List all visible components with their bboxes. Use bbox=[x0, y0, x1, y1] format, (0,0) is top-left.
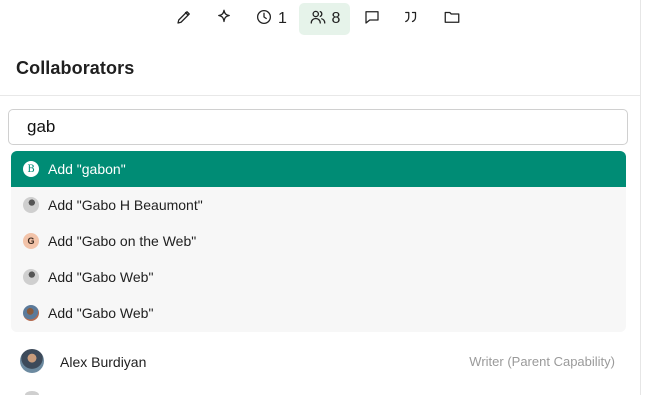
history-tool-button[interactable]: 1 bbox=[253, 3, 289, 35]
header-divider bbox=[0, 95, 640, 96]
collaborator-search-input[interactable] bbox=[8, 109, 628, 145]
photo-avatar bbox=[23, 305, 39, 321]
panel-edge-divider bbox=[640, 0, 641, 395]
sparkle-icon bbox=[215, 8, 233, 31]
clock-icon bbox=[255, 8, 273, 31]
pencil-icon bbox=[175, 8, 193, 31]
collaborators-panel: 1 8 Collaborators B bbox=[0, 0, 650, 395]
history-count: 1 bbox=[278, 10, 287, 27]
quote-icon bbox=[402, 8, 420, 31]
suggestion-item[interactable]: G Add "Gabo on the Web" bbox=[11, 223, 626, 259]
suggestion-label: Add "Gabo on the Web" bbox=[48, 233, 197, 249]
letter-avatar: G bbox=[23, 233, 39, 249]
collaborator-role[interactable]: Writer (Parent Capability) bbox=[469, 354, 615, 369]
edit-tool-button[interactable] bbox=[172, 3, 196, 35]
suggestion-item[interactable]: Add "Gabo Web" bbox=[11, 295, 626, 331]
collaborator-name: Alex Burdiyan bbox=[60, 354, 147, 370]
collaborators-tool-button[interactable]: 8 bbox=[299, 3, 350, 35]
comments-tool-button[interactable] bbox=[360, 3, 384, 35]
suggestion-item[interactable]: B Add "gabon" bbox=[11, 151, 626, 187]
users-icon bbox=[309, 8, 327, 31]
suggestion-item[interactable]: Add "Gabo H Beaumont" bbox=[11, 187, 626, 223]
citations-tool-button[interactable] bbox=[399, 3, 423, 35]
files-tool-button[interactable] bbox=[440, 3, 464, 35]
collaborator-row[interactable]: Alex Burdiyan Writer (Parent Capability) bbox=[0, 343, 640, 381]
folder-icon bbox=[443, 8, 461, 31]
toolbar: 1 8 bbox=[0, 2, 640, 36]
suggestion-list: B Add "gabon" Add "Gabo H Beaumont" G Ad… bbox=[11, 151, 626, 332]
collaborators-count: 8 bbox=[331, 10, 341, 27]
ai-tool-button[interactable] bbox=[212, 3, 236, 35]
page-title: Collaborators bbox=[16, 58, 135, 78]
comment-icon bbox=[363, 8, 381, 31]
photo-avatar bbox=[23, 269, 39, 285]
letter-avatar: B bbox=[23, 161, 39, 177]
suggestion-label: Add "Gabo Web" bbox=[48, 269, 154, 285]
avatar bbox=[25, 391, 39, 395]
suggestion-label: Add "Gabo H Beaumont" bbox=[48, 197, 203, 213]
photo-avatar bbox=[23, 197, 39, 213]
suggestion-label: Add "Gabo Web" bbox=[48, 305, 154, 321]
avatar bbox=[20, 349, 44, 373]
suggestion-label: Add "gabon" bbox=[48, 161, 126, 177]
suggestion-item[interactable]: Add "Gabo Web" bbox=[11, 259, 626, 295]
